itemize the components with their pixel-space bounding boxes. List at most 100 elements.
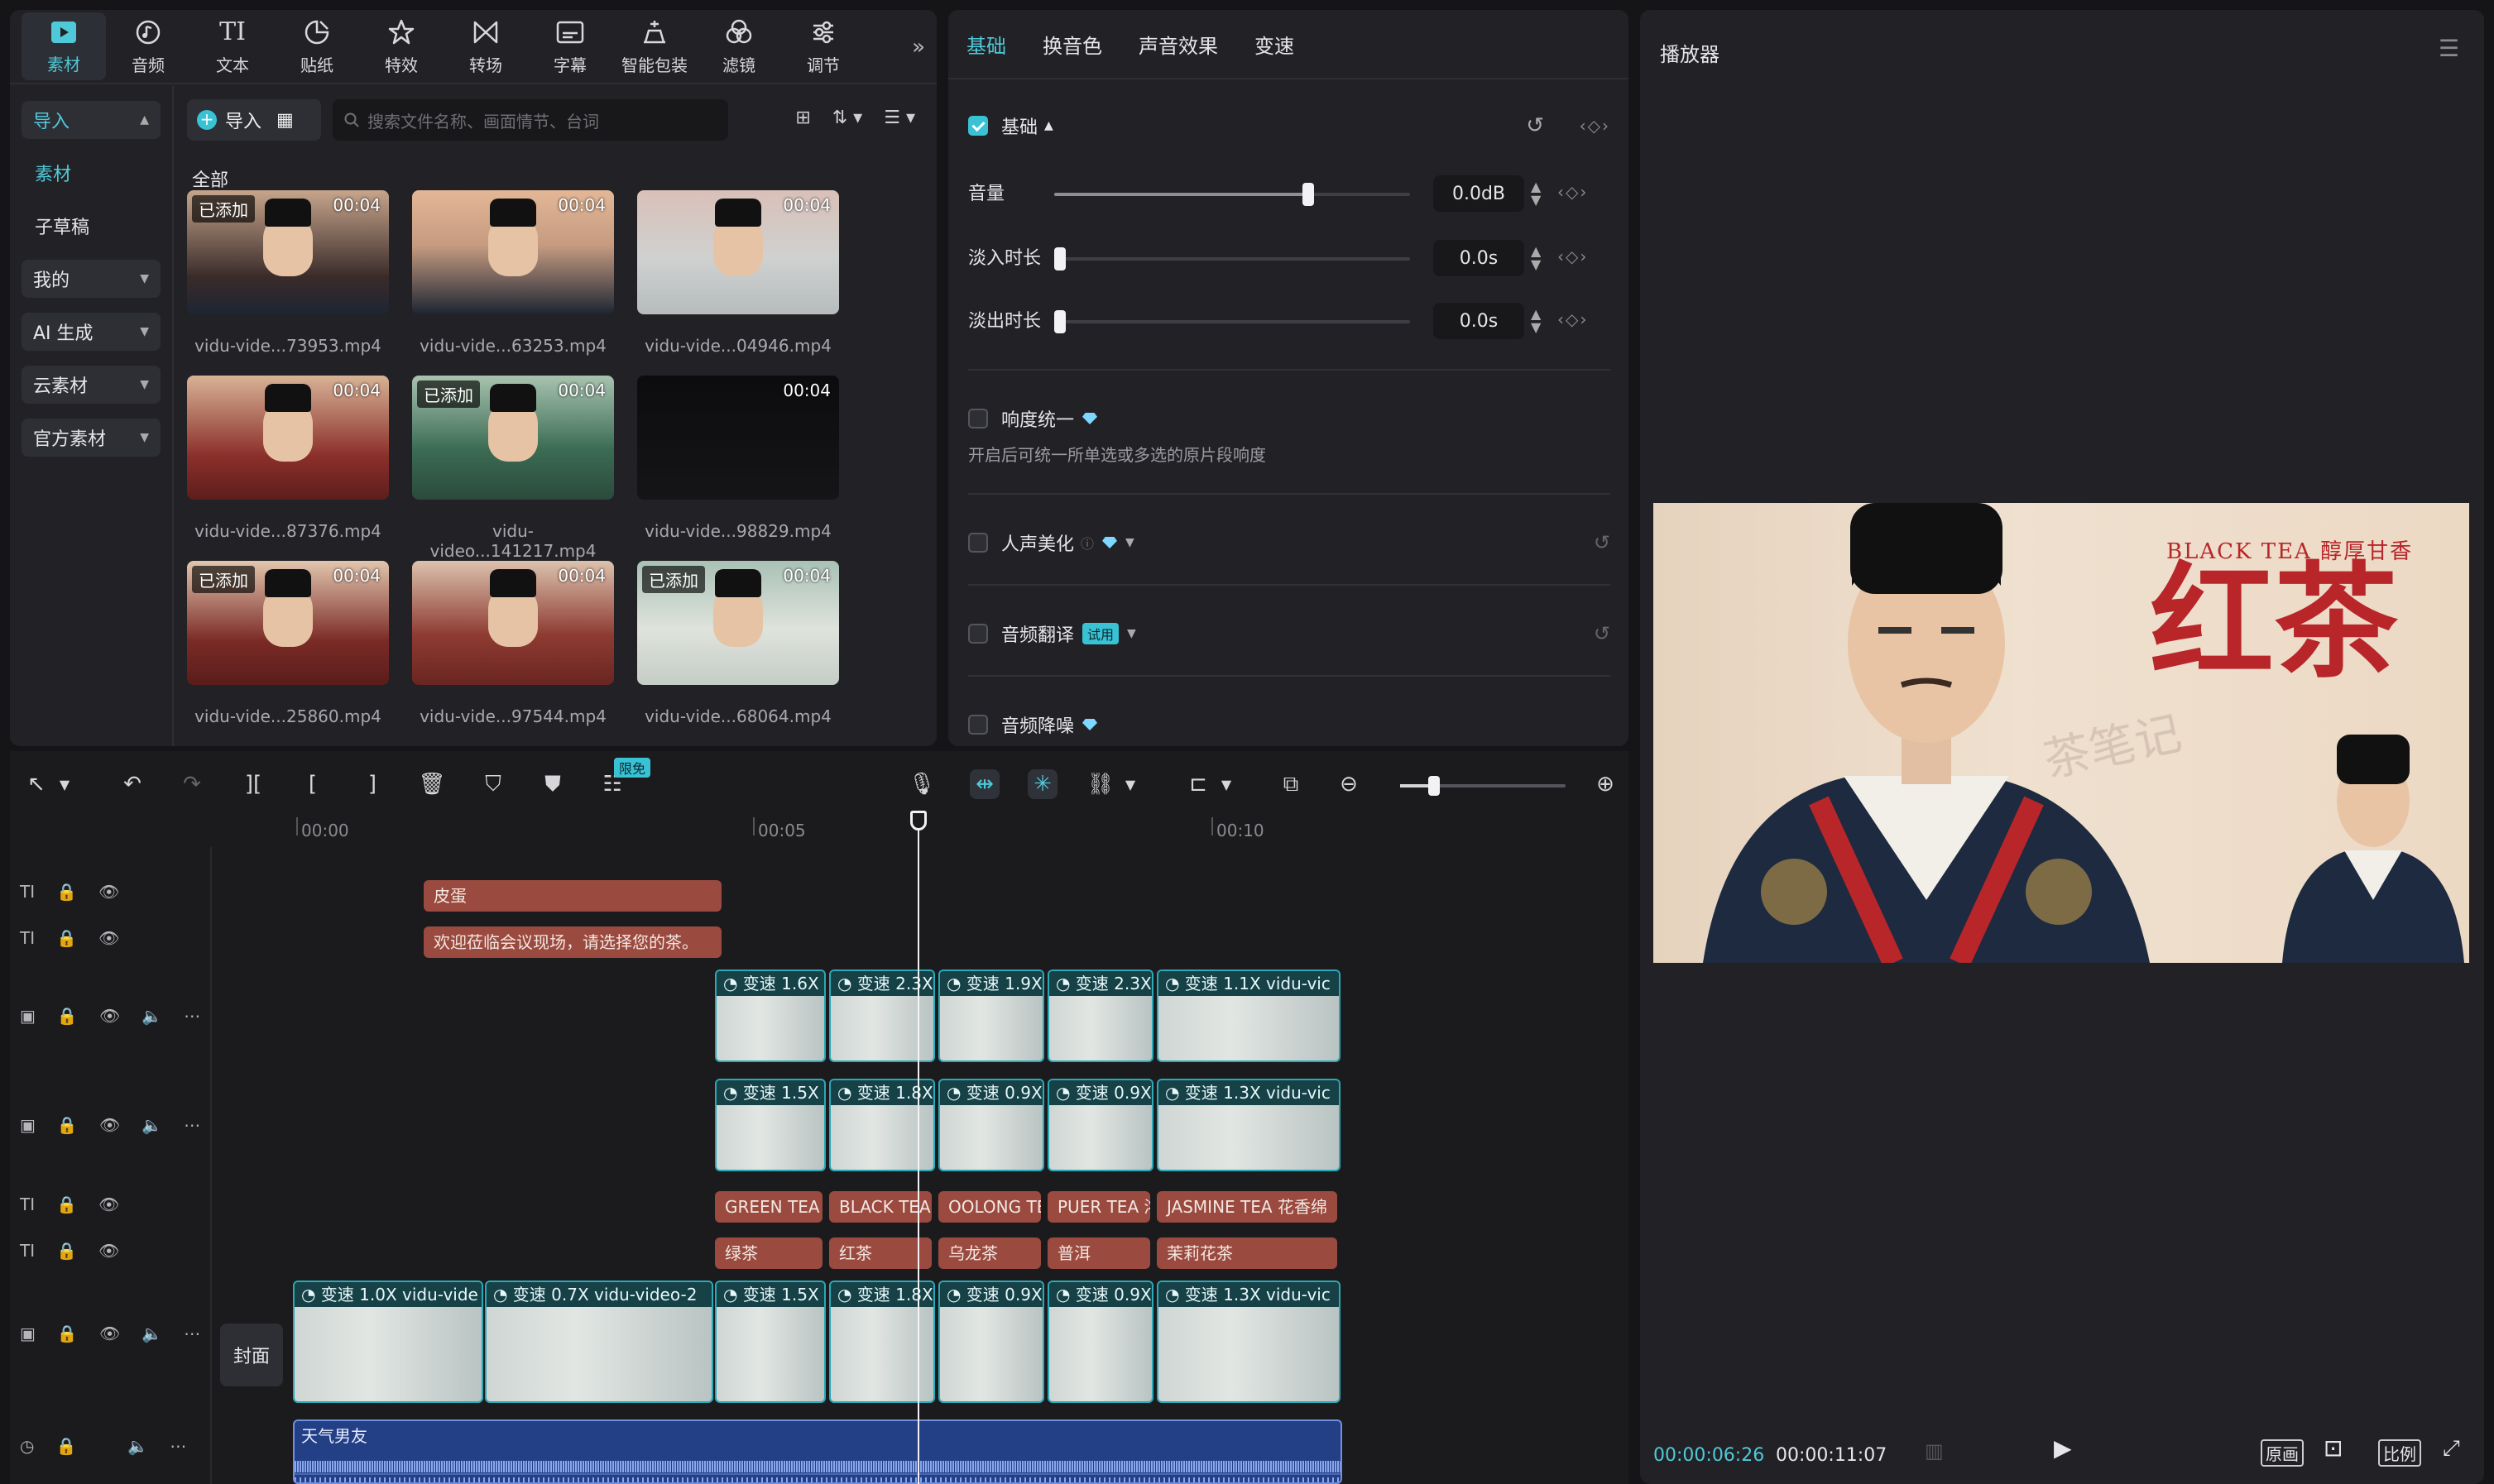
import-button[interactable]: + 导入 ▦ bbox=[187, 99, 321, 141]
fadeout-input[interactable]: 0.0s bbox=[1433, 303, 1524, 339]
media-thumbnail[interactable]: 00:04 已添加 bbox=[637, 561, 839, 685]
tab-caption[interactable]: 字幕 bbox=[528, 17, 612, 76]
lock-icon[interactable]: 🔒 bbox=[56, 1194, 77, 1214]
tab-smart-pack[interactable]: 智能包装 bbox=[612, 17, 697, 76]
nav-mine[interactable]: 我的 ▼ bbox=[22, 260, 161, 298]
tab-sound-effect[interactable]: 声音效果 bbox=[1139, 30, 1218, 59]
tab-media[interactable]: 素材 bbox=[22, 12, 106, 80]
tab-adjust[interactable]: 调节 bbox=[781, 17, 866, 76]
view-mode-icon[interactable]: ⊞ bbox=[795, 108, 810, 128]
nav-import[interactable]: 导入 ▲ bbox=[22, 101, 161, 139]
chevron-down-icon[interactable]: ▼ bbox=[1125, 536, 1134, 549]
fadein-knob[interactable] bbox=[1054, 247, 1066, 270]
more-icon[interactable]: ⋯ bbox=[170, 1436, 186, 1456]
text-clip[interactable]: 绿茶 bbox=[715, 1237, 823, 1269]
snap-icon[interactable]: ✳ bbox=[1028, 769, 1058, 799]
reset-icon[interactable]: ↺ bbox=[1594, 531, 1610, 554]
main-video-clip[interactable]: ◔ 变速 1.5X bbox=[715, 1281, 826, 1403]
eye-icon[interactable]: 👁 bbox=[98, 1194, 119, 1214]
speaker-icon[interactable]: 🔈 bbox=[141, 1324, 162, 1343]
volume-input[interactable]: 0.0dB bbox=[1433, 175, 1524, 212]
split-left-icon[interactable]: [ bbox=[298, 769, 328, 799]
zoom-slider[interactable] bbox=[1400, 776, 1566, 796]
text-clip[interactable]: 普洱 bbox=[1048, 1237, 1150, 1269]
main-video-clip[interactable]: ◔ 变速 0.7X vidu-video-2 bbox=[485, 1281, 713, 1403]
video-clip[interactable]: ◔ 变速 1.5X bbox=[715, 1079, 826, 1171]
lock-icon[interactable]: 🔒 bbox=[57, 1006, 78, 1026]
fadeout-slider[interactable] bbox=[1054, 310, 1410, 333]
nav-ai[interactable]: AI 生成 ▼ bbox=[22, 313, 161, 351]
keyframe-icon[interactable]: ‹◇› bbox=[1557, 247, 1588, 266]
split-right-icon[interactable]: ] bbox=[357, 769, 387, 799]
waveform-icon[interactable]: ▥ bbox=[1925, 1439, 1944, 1462]
speaker-icon[interactable]: 🔈 bbox=[127, 1436, 148, 1456]
preview-axis-icon[interactable]: ⊏ bbox=[1183, 769, 1213, 799]
video-preview[interactable]: BLACK TEA 醇厚甘香 红茶 茶笔记 bbox=[1653, 503, 2469, 963]
fadein-stepper-icon[interactable]: ▲ ▼ bbox=[1531, 245, 1541, 271]
focus-icon[interactable]: ⊡ bbox=[2324, 1434, 2343, 1462]
tab-transition[interactable]: 转场 bbox=[444, 17, 528, 76]
microphone-icon[interactable]: 🎙 bbox=[907, 769, 937, 799]
select-cursor-icon[interactable]: ↖ bbox=[22, 769, 51, 799]
speaker-icon[interactable]: 🔈 bbox=[141, 1006, 162, 1026]
volume-stepper-icon[interactable]: ▲ ▼ bbox=[1531, 180, 1541, 207]
lock-icon[interactable]: 🔒 bbox=[56, 882, 77, 902]
media-thumbnail[interactable]: 00:04 bbox=[412, 190, 614, 314]
volume-knob[interactable] bbox=[1302, 183, 1314, 206]
video-clip[interactable]: ◔ 变速 0.9X bbox=[1048, 1079, 1153, 1171]
text-clip[interactable]: 皮蛋 bbox=[424, 880, 722, 912]
text-clip[interactable]: GREEN TEA bbox=[715, 1191, 823, 1223]
cover-button[interactable]: 封面 bbox=[220, 1324, 283, 1386]
filter-sort-icon[interactable]: ☰ ▾ bbox=[884, 108, 915, 128]
grid-icon[interactable]: ▦ bbox=[276, 110, 294, 131]
shield-icon[interactable]: ⛊ bbox=[538, 769, 568, 799]
lock-icon[interactable]: 🔒 bbox=[55, 1436, 76, 1456]
video-clip[interactable]: ◔ 变速 1.9X bbox=[938, 969, 1044, 1062]
keyframe-icon[interactable]: ‹◇› bbox=[1557, 309, 1588, 329]
text-clip[interactable]: 乌龙茶 bbox=[938, 1237, 1041, 1269]
keyframe-icon[interactable]: ‹◇› bbox=[1557, 182, 1588, 202]
lock-icon[interactable]: 🔒 bbox=[56, 1241, 77, 1261]
speaker-icon[interactable]: 🔈 bbox=[141, 1115, 162, 1135]
redo-icon[interactable]: ↷ bbox=[177, 769, 207, 799]
main-track-magnet-icon[interactable]: ⇹ bbox=[970, 769, 1000, 799]
loudness-checkbox[interactable] bbox=[968, 409, 988, 428]
fadeout-knob[interactable] bbox=[1054, 310, 1066, 333]
text-clip[interactable]: 欢迎莅临会议现场，请选择您的茶。 bbox=[424, 926, 722, 958]
media-thumbnail[interactable]: 00:04 已添加 bbox=[187, 561, 389, 685]
denoise-checkbox[interactable] bbox=[968, 715, 988, 735]
screenshot-icon[interactable]: ⧉ bbox=[1276, 769, 1306, 799]
nav-material[interactable]: 素材 bbox=[22, 154, 161, 192]
zoom-out-icon[interactable]: ⊖ bbox=[1334, 769, 1364, 799]
playhead-handle[interactable] bbox=[910, 811, 927, 831]
text-clip[interactable]: BLACK TEA bbox=[829, 1191, 932, 1223]
tab-audio[interactable]: 音频 bbox=[106, 17, 190, 76]
voice-beauty-checkbox[interactable] bbox=[968, 533, 988, 553]
link-icon[interactable]: ⛓ bbox=[1086, 769, 1115, 799]
play-button[interactable]: ▶ bbox=[2054, 1434, 2072, 1462]
audio-translate-checkbox[interactable] bbox=[968, 624, 988, 644]
text-clip[interactable]: OOLONG TE bbox=[938, 1191, 1041, 1223]
main-video-clip[interactable]: ◔ 变速 1.0X vidu-vide bbox=[293, 1281, 483, 1403]
split-icon[interactable]: ][ bbox=[238, 769, 268, 799]
eye-icon[interactable]: 👁 bbox=[99, 1115, 120, 1135]
tab-speed[interactable]: 变速 bbox=[1254, 30, 1294, 59]
fullscreen-icon[interactable]: ⤢ bbox=[2443, 1436, 2460, 1462]
basic-checkbox[interactable] bbox=[968, 116, 988, 136]
more-icon[interactable]: ⋯ bbox=[184, 1115, 200, 1135]
chevron-down-icon[interactable]: ▼ bbox=[1115, 769, 1145, 799]
fadein-input[interactable]: 0.0s bbox=[1433, 240, 1524, 276]
fadeout-stepper-icon[interactable]: ▲ ▼ bbox=[1531, 308, 1541, 334]
more-icon[interactable]: ⋯ bbox=[184, 1006, 200, 1026]
collapse-icon[interactable]: ▲ bbox=[1044, 119, 1053, 132]
nav-official[interactable]: 官方素材 ▼ bbox=[22, 419, 161, 457]
media-thumbnail[interactable]: 00:04 已添加 bbox=[187, 190, 389, 314]
tab-filter[interactable]: 滤镜 bbox=[697, 17, 781, 76]
chevron-down-icon[interactable]: ▼ bbox=[50, 769, 79, 799]
eye-icon[interactable]: 👁 bbox=[99, 1006, 120, 1026]
video-clip[interactable]: ◔ 变速 1.1X vidu-vic bbox=[1157, 969, 1341, 1062]
volume-slider[interactable] bbox=[1054, 183, 1410, 206]
info-icon[interactable]: ⓘ bbox=[1081, 533, 1094, 553]
search-input[interactable]: 搜索文件名称、画面情节、台词 bbox=[333, 99, 728, 141]
text-clip[interactable]: 红茶 bbox=[829, 1237, 932, 1269]
